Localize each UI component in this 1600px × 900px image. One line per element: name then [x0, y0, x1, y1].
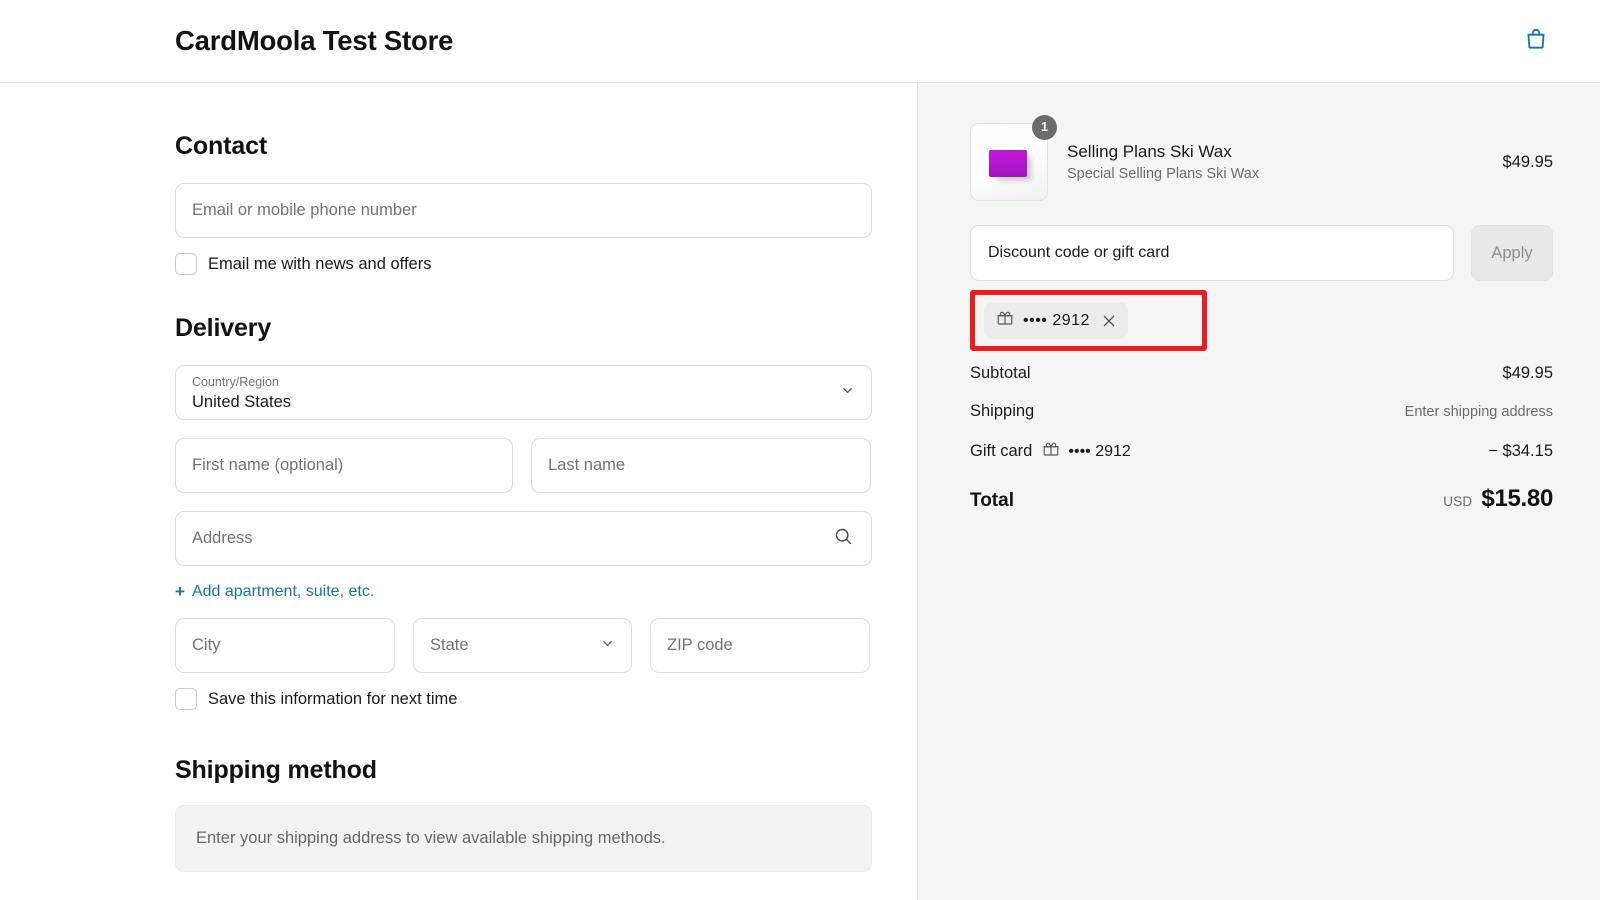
- line-item-price: $49.95: [1502, 152, 1553, 171]
- page-title: CardMoola Test Store: [175, 24, 454, 56]
- save-info-checkbox-row[interactable]: Save this information for next time: [175, 688, 872, 710]
- store-header: CardMoola Test Store: [0, 0, 1600, 83]
- gift-card-discount-label: Gift card: [970, 442, 1033, 460]
- gift-card-discount-label-group: Gift card •••• 2912: [970, 440, 1131, 463]
- city-placeholder: City: [192, 636, 221, 655]
- search-icon[interactable]: [833, 526, 854, 552]
- zip-code-field[interactable]: ZIP code: [650, 618, 870, 673]
- product-image-shape: [988, 149, 1027, 177]
- shipping-value: Enter shipping address: [1404, 404, 1553, 420]
- shopping-bag-icon: [1523, 26, 1549, 57]
- line-item-variant: Special Selling Plans Ski Wax: [1067, 165, 1260, 182]
- shipping-method-note: Enter your shipping address to view avai…: [175, 805, 872, 873]
- chevron-down-icon: [840, 383, 855, 403]
- address-row: Address: [175, 511, 872, 566]
- gift-card-discount-value: − $34.15: [1488, 442, 1553, 460]
- country-region-select[interactable]: Country/Region United States: [175, 365, 872, 420]
- country-region-label: Country/Region: [192, 374, 279, 389]
- order-line-item: 1 Selling Plans Ski Wax Special Selling …: [970, 115, 1553, 201]
- last-name-placeholder: Last name: [548, 456, 626, 475]
- checkout-page: CardMoola Test Store Contact Email or mo…: [0, 0, 1600, 900]
- gift-card-line-masked-number: •••• 2912: [1068, 442, 1131, 460]
- line-item-title: Selling Plans Ski Wax: [1067, 141, 1232, 161]
- chevron-down-icon: [600, 636, 615, 656]
- gift-card-inline-info: •••• 2912: [1042, 440, 1131, 463]
- grand-total-label: Total: [970, 490, 1014, 511]
- remove-gift-card-button[interactable]: [1101, 313, 1117, 329]
- shipping-label: Shipping: [970, 402, 1035, 420]
- delivery-section-title: Delivery: [175, 314, 272, 342]
- subtotal-row: Subtotal $49.95: [970, 364, 1553, 383]
- state-placeholder: State: [430, 636, 469, 655]
- name-row: First name (optional) Last name: [175, 438, 872, 493]
- zip-code-placeholder: ZIP code: [667, 636, 733, 655]
- first-name-field[interactable]: First name (optional): [175, 438, 513, 493]
- gift-card-chip-highlight: •••• 2912: [970, 290, 1207, 351]
- city-field[interactable]: City: [175, 618, 395, 673]
- grand-total-amount: $15.80: [1481, 485, 1553, 512]
- save-info-checkbox[interactable]: [175, 688, 197, 710]
- subtotal-label: Subtotal: [970, 364, 1031, 382]
- add-apartment-link[interactable]: + Add apartment, suite, etc.: [175, 583, 872, 600]
- grand-total-row: Total USD $15.80: [970, 485, 1553, 513]
- apply-discount-button[interactable]: Apply: [1471, 225, 1553, 281]
- shopping-bag-button[interactable]: [1519, 24, 1553, 58]
- line-item-text: Selling Plans Ski Wax Special Selling Pl…: [1067, 141, 1474, 184]
- city-state-zip-row: City State ZIP code: [175, 618, 872, 673]
- address-placeholder: Address: [192, 529, 253, 548]
- last-name-field[interactable]: Last name: [531, 438, 871, 493]
- shipping-method-title: Shipping method: [175, 756, 377, 784]
- order-summary-column: 1 Selling Plans Ski Wax Special Selling …: [918, 83, 1600, 900]
- discount-code-input[interactable]: Discount code or gift card: [970, 225, 1454, 281]
- newsletter-checkbox[interactable]: [175, 253, 197, 275]
- first-name-placeholder: First name (optional): [192, 456, 344, 475]
- email-field-placeholder: Email or mobile phone number: [192, 201, 417, 220]
- checkout-form-column: Contact Email or mobile phone number Ema…: [0, 83, 918, 900]
- quantity-badge: 1: [1032, 115, 1057, 140]
- shipping-row: Shipping Enter shipping address: [970, 402, 1553, 421]
- add-apartment-label: Add apartment, suite, etc.: [191, 582, 375, 600]
- newsletter-label: Email me with news and offers: [208, 254, 432, 273]
- gift-card-icon: [1042, 440, 1060, 463]
- newsletter-checkbox-row[interactable]: Email me with news and offers: [175, 253, 872, 275]
- checkout-body: Contact Email or mobile phone number Ema…: [0, 83, 1600, 900]
- plus-icon: +: [175, 582, 185, 601]
- order-totals: Subtotal $49.95 Shipping Enter shipping …: [970, 364, 1553, 513]
- contact-section-title: Contact: [175, 132, 268, 160]
- grand-total-right: USD $15.80: [1443, 485, 1553, 513]
- discount-code-placeholder: Discount code or gift card: [988, 244, 1170, 261]
- gift-card-icon: [996, 309, 1014, 332]
- discount-row: Discount code or gift card Apply: [970, 225, 1553, 281]
- save-info-label: Save this information for next time: [208, 689, 458, 708]
- applied-gift-card-chip: •••• 2912: [984, 302, 1128, 339]
- product-thumbnail-wrap: 1: [970, 115, 1057, 201]
- email-field[interactable]: Email or mobile phone number: [175, 183, 872, 238]
- subtotal-value: $49.95: [1502, 364, 1553, 382]
- currency-code: USD: [1443, 494, 1473, 509]
- gift-card-masked-number: •••• 2912: [1023, 311, 1090, 329]
- gift-card-discount-row: Gift card •••• 2912 − $34.15: [970, 440, 1553, 463]
- state-select[interactable]: State: [413, 618, 632, 673]
- address-field[interactable]: Address: [175, 511, 872, 566]
- country-region-value: United States: [192, 392, 292, 411]
